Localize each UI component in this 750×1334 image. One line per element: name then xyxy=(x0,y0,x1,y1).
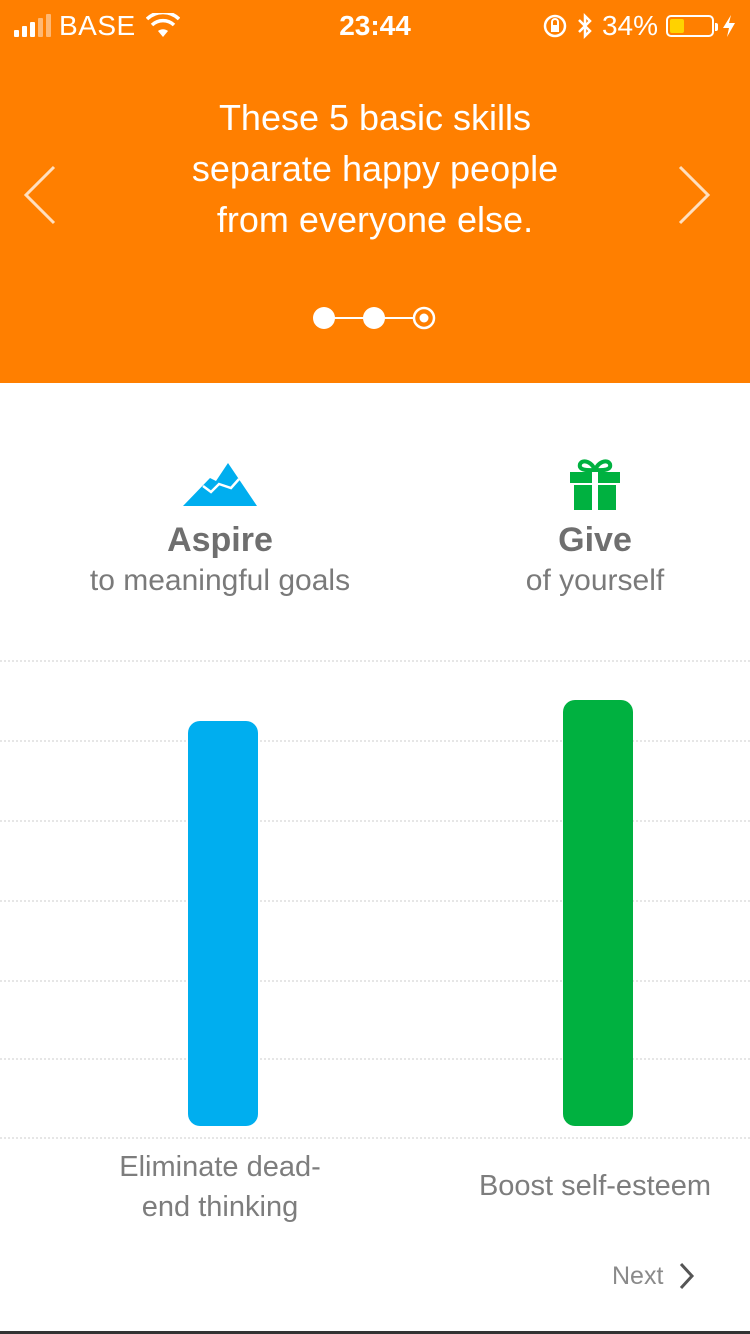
mountain-icon xyxy=(183,463,257,506)
previous-arrow-button[interactable] xyxy=(20,163,60,227)
hero-banner: These 5 basic skills separate happy peop… xyxy=(0,0,750,383)
page-dot[interactable] xyxy=(313,307,335,329)
skill-bar-aspire xyxy=(188,721,258,1126)
bar-label-line: Boost self-esteem xyxy=(478,1170,712,1202)
bar-label-line: Eliminate dead- xyxy=(119,1151,321,1183)
battery-percent: 34% xyxy=(601,10,658,41)
chevron-right-icon xyxy=(680,1262,695,1290)
grid-line xyxy=(0,1137,750,1139)
bar-label-line: end thinking xyxy=(141,1191,299,1223)
bluetooth-icon xyxy=(578,12,592,40)
bar-label-give: Boost self-esteem xyxy=(445,1166,745,1206)
skill-name-give: Give xyxy=(558,521,632,559)
page-dot-active-center xyxy=(419,313,429,323)
chevron-left-icon xyxy=(23,165,56,225)
hero-title-line: separate happy people xyxy=(191,148,559,189)
grid-line xyxy=(0,900,750,902)
hero-title-line: These 5 basic skills xyxy=(218,97,532,138)
grid-line xyxy=(0,980,750,982)
grid-line xyxy=(0,660,750,662)
hero-title-line: from everyone else. xyxy=(216,199,534,240)
grid-line xyxy=(0,740,750,742)
skill-subtitle-give: of yourself xyxy=(525,564,665,597)
grid-line xyxy=(0,1058,750,1060)
page-dot[interactable] xyxy=(363,307,385,329)
skill-bar-give xyxy=(563,700,633,1126)
page-indicator xyxy=(313,306,436,330)
battery-icon xyxy=(666,15,718,37)
next-button[interactable]: Next xyxy=(612,1258,697,1294)
bar-label-aspire: Eliminate dead- end thinking xyxy=(70,1147,370,1227)
skill-subtitle-aspire: to meaningful goals xyxy=(89,564,351,597)
chevron-right-icon xyxy=(678,165,711,225)
next-label: Next xyxy=(612,1261,664,1290)
next-arrow-button[interactable] xyxy=(674,163,714,227)
skill-name-aspire: Aspire xyxy=(167,521,273,559)
grid-line xyxy=(0,820,750,822)
rotation-lock-icon xyxy=(543,14,567,38)
gift-icon xyxy=(570,459,620,510)
status-bar: BASE 23:44 34% xyxy=(0,0,750,54)
charging-icon xyxy=(723,15,735,37)
hero-title: These 5 basic skills separate happy peop… xyxy=(150,92,600,245)
battery-level xyxy=(670,19,684,33)
